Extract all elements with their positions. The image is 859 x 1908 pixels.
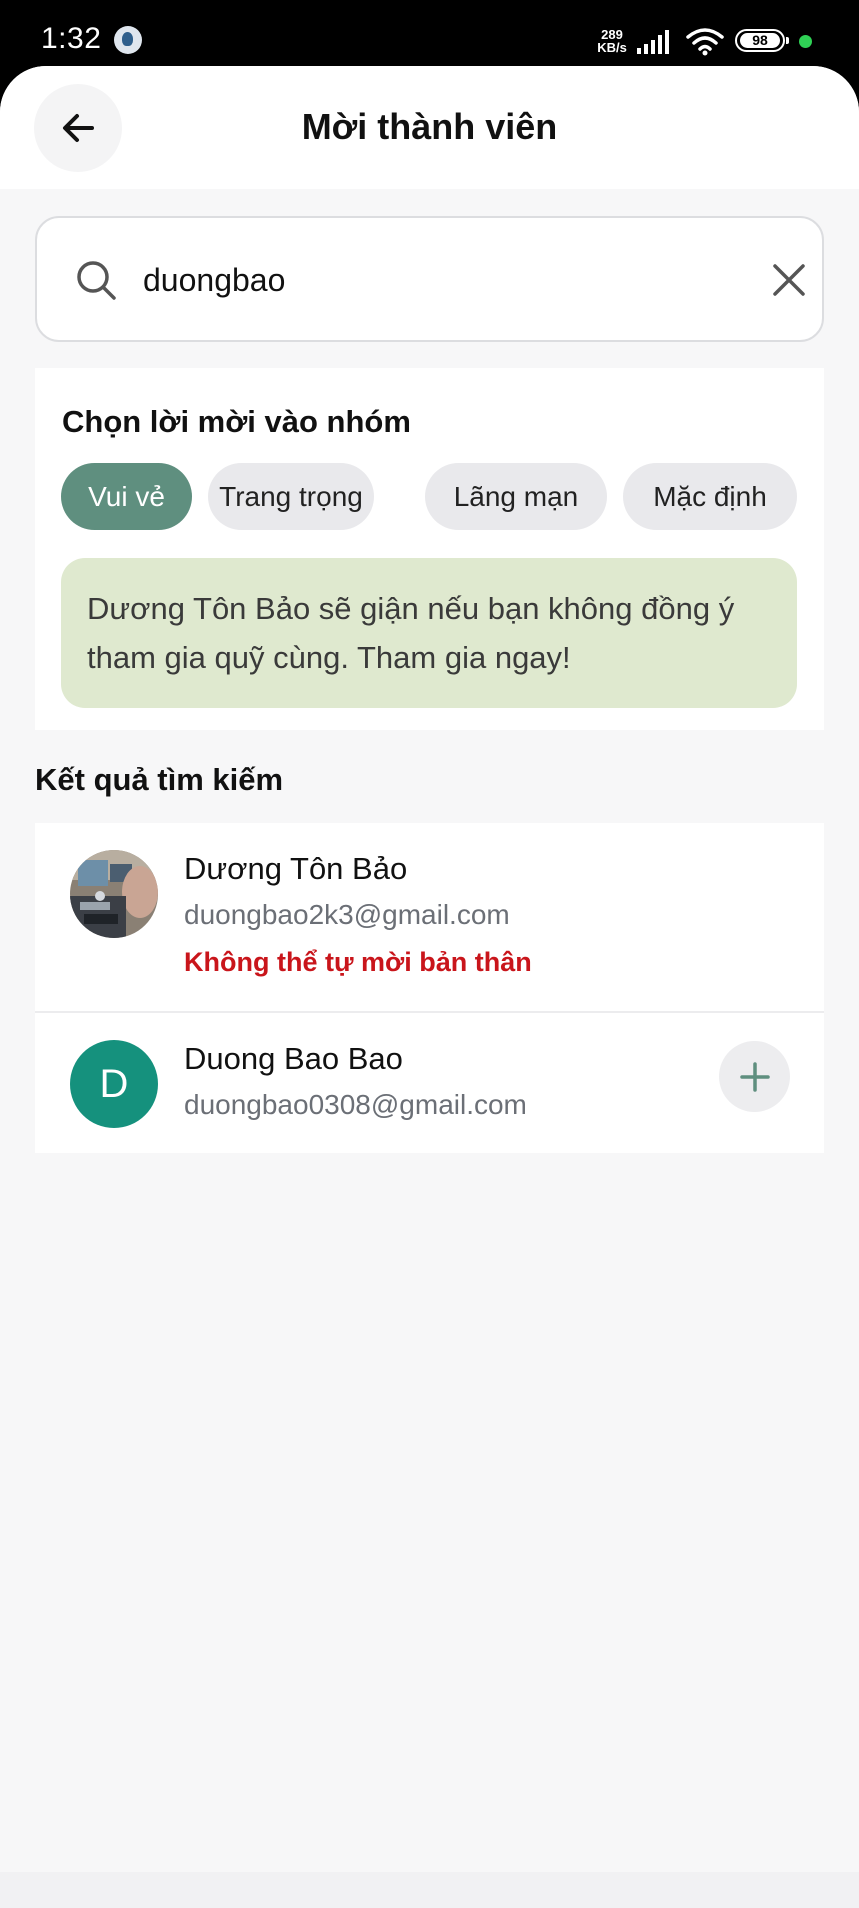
battery-level: 98 bbox=[740, 33, 780, 48]
member-name: Dương Tôn Bảo bbox=[184, 851, 408, 886]
chip-mac-dinh[interactable]: Mặc định bbox=[623, 463, 797, 530]
avatar-photo bbox=[70, 850, 158, 938]
wifi-icon bbox=[686, 28, 724, 56]
privacy-indicator-dot bbox=[799, 35, 812, 48]
member-email: duongbao0308@gmail.com bbox=[184, 1089, 527, 1120]
header: Mời thành viên bbox=[0, 66, 859, 189]
signal-icon bbox=[637, 30, 669, 54]
app-notification-icon bbox=[114, 26, 142, 54]
close-icon[interactable] bbox=[770, 261, 808, 299]
status-bar: 1:32 289 KB/s 98 bbox=[0, 0, 859, 68]
invite-style-heading: Chọn lời mời vào nhóm bbox=[62, 404, 411, 439]
invite-message-preview: Dương Tôn Bảo sẽ giận nếu bạn không đồng… bbox=[61, 558, 797, 708]
avatar: D bbox=[70, 1040, 158, 1128]
invite-style-card: Chọn lời mời vào nhóm Vui vẻ Trang trọng… bbox=[35, 368, 824, 730]
results-list: Dương Tôn Bảo duongbao2k3@gmail.com Khôn… bbox=[35, 823, 824, 1153]
result-row: D Duong Bao Bao duongbao0308@gmail.com bbox=[35, 1013, 824, 1153]
search-box[interactable] bbox=[35, 216, 824, 342]
bottom-bar bbox=[0, 1872, 859, 1908]
add-member-button[interactable] bbox=[719, 1041, 790, 1112]
chip-trang-trong[interactable]: Trang trọng bbox=[208, 463, 374, 530]
app-screen: Mời thành viên Chọn lời mời vào nhóm Vui… bbox=[0, 66, 859, 1908]
search-icon bbox=[77, 261, 116, 300]
avatar bbox=[70, 850, 158, 938]
member-error-status: Không thể tự mời bản thân bbox=[184, 947, 532, 977]
battery-icon: 98 bbox=[735, 29, 789, 52]
network-speed: 289 KB/s bbox=[596, 28, 628, 54]
result-row: Dương Tôn Bảo duongbao2k3@gmail.com Khôn… bbox=[35, 823, 824, 1013]
chip-vui-ve[interactable]: Vui vẻ bbox=[61, 463, 192, 530]
member-email: duongbao2k3@gmail.com bbox=[184, 899, 510, 930]
member-name: Duong Bao Bao bbox=[184, 1041, 403, 1076]
results-heading: Kết quả tìm kiếm bbox=[35, 762, 284, 797]
network-speed-unit: KB/s bbox=[597, 40, 627, 55]
status-time: 1:32 bbox=[41, 22, 102, 55]
search-input[interactable] bbox=[143, 248, 723, 312]
chip-lang-man[interactable]: Lãng mạn bbox=[425, 463, 607, 530]
plus-icon bbox=[739, 1061, 770, 1092]
page-title: Mời thành viên bbox=[301, 106, 558, 147]
